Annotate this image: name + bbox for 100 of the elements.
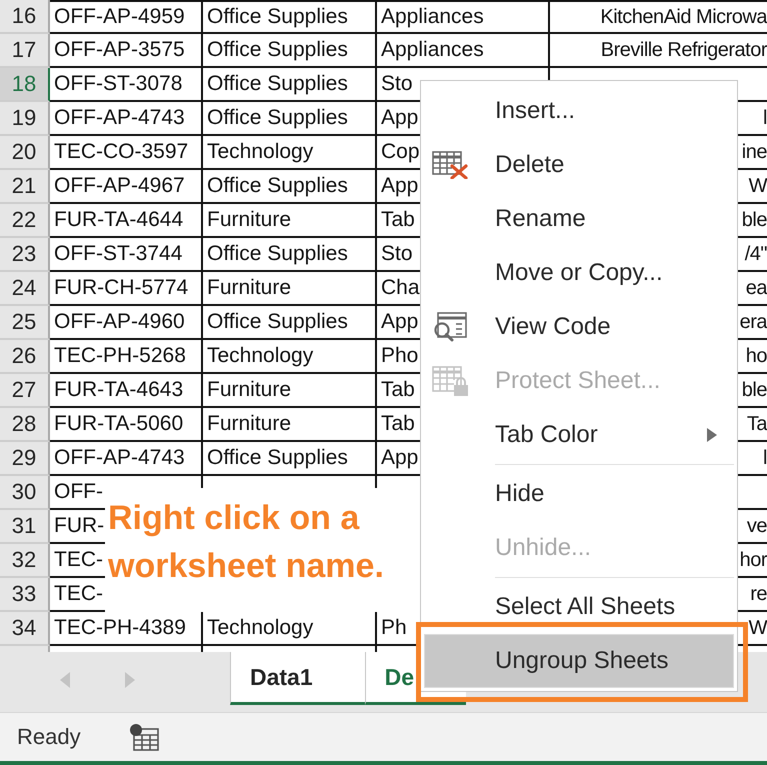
table-cell: Office Supplies (207, 310, 348, 334)
table-cell: Furniture (207, 412, 292, 436)
row-header[interactable]: 22 (0, 204, 50, 238)
row-header[interactable]: 34 (0, 612, 50, 646)
left-arrow-icon[interactable] (60, 672, 70, 688)
table-cell: OFF-AP-4743 (54, 106, 185, 130)
table-cell: W (748, 616, 767, 640)
table-cell: TEC- (54, 582, 103, 606)
row-header[interactable]: 27 (0, 374, 50, 408)
table-cell: Tab (381, 208, 415, 232)
row-header[interactable]: 25 (0, 306, 50, 340)
table-cell: Office Supplies (207, 174, 348, 198)
menu-item[interactable]: Rename (424, 192, 734, 246)
row-header[interactable]: 28 (0, 408, 50, 442)
table-cell: OFF-AP-4743 (54, 446, 185, 470)
table-cell: Ph (381, 616, 407, 640)
table-cell: Office Supplies (207, 446, 348, 470)
row-header[interactable]: 29 (0, 442, 50, 476)
table-cell: l (763, 106, 767, 130)
table-cell: Ta (746, 412, 767, 436)
table-cell: Breville Refrigerator (600, 38, 767, 62)
table-cell: Tab (381, 378, 415, 402)
status-text: Ready (17, 724, 81, 750)
table-cell: OFF-AP-4959 (54, 5, 185, 29)
row-header[interactable]: 17 (0, 34, 50, 68)
row-header[interactable]: 32 (0, 544, 50, 578)
table-cell: OFF-AP-4960 (54, 310, 185, 334)
menu-item[interactable]: Tab Color (424, 408, 734, 462)
table-cell: Technology (207, 140, 314, 164)
search-window-icon (432, 312, 468, 342)
table-cell: ine (742, 140, 767, 164)
table-cell: W (748, 174, 767, 198)
sheet-tab[interactable]: Data1 (230, 652, 365, 705)
table-cell: Sto (381, 242, 413, 266)
callout-text: Right click on a worksheet name. (105, 488, 420, 612)
table-cell: OFF-AP-4967 (54, 174, 185, 198)
table-cell: OFF-ST-3078 (54, 72, 182, 96)
row-header[interactable]: 24 (0, 272, 50, 306)
table-x-icon (432, 151, 468, 179)
table-cell: App (381, 174, 418, 198)
table-cell: re (750, 582, 767, 606)
table-cell: Technology (207, 616, 314, 640)
table-cell: ble (742, 208, 767, 232)
table-cell: ve (746, 514, 767, 538)
table-cell: Office Supplies (207, 5, 348, 29)
table-cell: App (381, 106, 418, 130)
row-header[interactable]: 21 (0, 170, 50, 204)
table-cell: Furniture (207, 276, 292, 300)
table-cell: Furniture (207, 378, 292, 402)
menu-item[interactable]: Move or Copy... (424, 246, 734, 300)
row-header[interactable]: 19 (0, 102, 50, 136)
caret-right-icon (707, 428, 717, 442)
table-cell: ble (742, 378, 767, 402)
menu-item[interactable]: Insert... (424, 84, 734, 138)
row-header[interactable]: 33 (0, 578, 50, 612)
row-header[interactable]: 30 (0, 476, 50, 510)
table-cell: FUR-TA-5060 (54, 412, 184, 436)
table-cell: OFF-ST-3744 (54, 242, 182, 266)
table-cell: hor (740, 548, 767, 572)
table-cell: OFF- (54, 480, 103, 504)
table-cell: App (381, 446, 418, 470)
table-cell: FUR- (54, 514, 104, 538)
row-header[interactable] (0, 646, 50, 652)
row-header[interactable]: 18 (0, 68, 50, 102)
menu-item[interactable]: Ungroup Sheets (424, 634, 734, 688)
right-arrow-icon[interactable] (125, 672, 135, 688)
table-cell: Cop (381, 140, 420, 164)
table-cell: FUR-TA-4643 (54, 378, 184, 402)
table-cell: App (381, 310, 418, 334)
row-header[interactable]: 20 (0, 136, 50, 170)
table-cell: Office Supplies (207, 72, 348, 96)
table-cell: Office Supplies (207, 106, 348, 130)
row-header[interactable]: 26 (0, 340, 50, 374)
table-cell: Cha (381, 276, 420, 300)
menu-item[interactable]: View Code (424, 300, 734, 354)
table-cell: OFF-AP-3575 (54, 38, 185, 62)
table-lock-icon (432, 366, 468, 396)
table-cell: Office Supplies (207, 242, 348, 266)
grid-dot-icon[interactable] (128, 723, 159, 751)
table-cell: ho (746, 344, 767, 368)
table-cell: TEC-PH-4389 (54, 616, 186, 640)
table-cell: /4" (744, 242, 767, 266)
table-cell: TEC-CO-3597 (54, 140, 188, 164)
table-cell: FUR-TA-4644 (54, 208, 184, 232)
table-cell: l (763, 446, 767, 470)
table-cell: TEC- (54, 548, 103, 572)
table-cell: Pho (381, 344, 418, 368)
table-cell: Appliances (381, 5, 484, 29)
table-cell: ea (746, 276, 767, 300)
table-cell: KitchenAid Microwa (600, 6, 767, 28)
menu-item[interactable]: Select All Sheets (424, 580, 734, 634)
table-cell: TEC-PH-5268 (54, 344, 186, 368)
row-header[interactable]: 16 (0, 0, 50, 34)
table-cell: Tab (381, 412, 415, 436)
row-header[interactable]: 31 (0, 510, 50, 544)
row-header[interactable]: 23 (0, 238, 50, 272)
table-cell: Appliances (381, 38, 484, 62)
table-cell: FUR-CH-5774 (54, 276, 188, 300)
menu-item[interactable]: Hide (424, 467, 734, 521)
menu-item[interactable]: Delete (424, 138, 734, 192)
